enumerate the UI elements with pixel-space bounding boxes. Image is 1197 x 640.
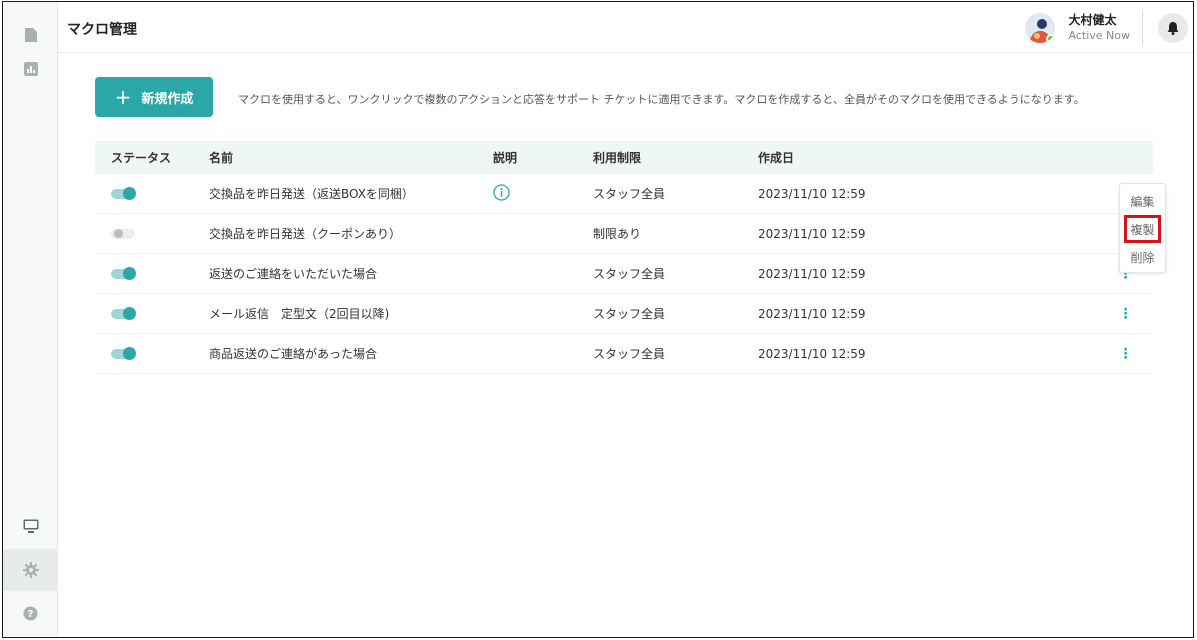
column-header-created: 作成日	[758, 151, 795, 165]
table-row[interactable]: 返送のご連絡をいただいた場合 スタッフ全員 2023/11/10 12:59 ⋮	[95, 254, 1153, 294]
new-macro-button-label: 新規作成	[141, 91, 194, 107]
macro-table: ステータス 名前 説明 利用制限 作成日 交換品を昨日発送（返送BOXを同梱）	[95, 141, 1153, 374]
row-menu-button[interactable]: ⋮	[1098, 346, 1153, 362]
column-header-limit: 利用制限	[593, 151, 642, 165]
row-context-menu: 編集 複製 削除	[1119, 183, 1166, 273]
online-status-dot	[1045, 33, 1055, 43]
status-toggle[interactable]	[111, 306, 136, 320]
macro-limit: スタッフ全員	[593, 347, 666, 361]
plus-icon: +	[114, 85, 132, 109]
table-header: ステータス 名前 説明 利用制限 作成日	[95, 141, 1153, 174]
macro-created: 2023/11/10 12:59	[758, 266, 866, 281]
sidebar-item-reports[interactable]	[3, 48, 58, 90]
user-status: Active Now	[1068, 28, 1130, 42]
macro-description-text: マクロを使用すると、ワンクリックで複数のアクションと応答をサポート チケットに適…	[238, 93, 1085, 106]
chart-icon	[23, 62, 38, 76]
macro-name[interactable]: 交換品を昨日発送（クーポンあり）	[209, 225, 493, 242]
macro-name[interactable]: 交換品を昨日発送（返送BOXを同梱）	[209, 185, 493, 202]
main-content: + 新規作成 マクロを使用すると、ワンクリックで複数のアクションと応答をサポート…	[58, 53, 1193, 637]
table-row[interactable]: 商品返送のご連絡があった場合 スタッフ全員 2023/11/10 12:59 ⋮	[95, 334, 1153, 374]
macro-limit: スタッフ全員	[593, 307, 666, 321]
macro-name[interactable]: メール返信 定型文（2回目以降)	[209, 305, 493, 322]
new-macro-button[interactable]: + 新規作成	[95, 77, 213, 117]
macro-limit: スタッフ全員	[593, 187, 666, 201]
avatar[interactable]	[1024, 12, 1055, 43]
sidebar-item-help[interactable]: ?	[3, 592, 58, 634]
page-title: マクロ管理	[67, 22, 137, 38]
macro-created: 2023/11/10 12:59	[758, 186, 866, 201]
macro-created: 2023/11/10 12:59	[758, 346, 866, 361]
header-divider	[1142, 9, 1143, 46]
status-toggle[interactable]	[111, 228, 135, 239]
user-info: 大村健太 Active Now	[1069, 13, 1130, 43]
column-header-name: 名前	[209, 151, 234, 165]
macro-limit: 制限あり	[593, 227, 642, 241]
user-area: 大村健太 Active Now	[1024, 2, 1193, 53]
table-row[interactable]: 交換品を昨日発送（クーポンあり） 制限あり 2023/11/10 12:59	[95, 214, 1153, 254]
column-header-status: ステータス	[111, 151, 172, 165]
document-icon	[24, 28, 37, 42]
status-toggle[interactable]	[111, 266, 136, 280]
menu-item-delete[interactable]: 削除	[1120, 243, 1165, 271]
user-name: 大村健太	[1068, 12, 1117, 27]
sidebar: ?	[3, 2, 58, 637]
menu-item-duplicate[interactable]: 複製	[1124, 215, 1161, 243]
column-header-description: 説明	[493, 151, 518, 165]
macro-limit: スタッフ全員	[593, 267, 666, 281]
status-toggle[interactable]	[111, 186, 136, 200]
bell-icon	[1167, 21, 1179, 35]
macro-created: 2023/11/10 12:59	[758, 226, 866, 241]
table-row[interactable]: 交換品を昨日発送（返送BOXを同梱） スタッフ全員 2023/11/10 12:…	[95, 174, 1153, 214]
app-frame: ? マクロ管理 大村健太 Active Now + 新規作成 マクロを使用すると…	[2, 1, 1194, 638]
help-icon: ?	[23, 606, 38, 620]
macro-name[interactable]: 商品返送のご連絡があった場合	[209, 345, 493, 362]
top-bar: マクロ管理 大村健太 Active Now	[58, 2, 1193, 53]
row-menu-button[interactable]: ⋮	[1098, 306, 1153, 322]
svg-text:?: ?	[28, 609, 34, 620]
table-row[interactable]: メール返信 定型文（2回目以降) スタッフ全員 2023/11/10 12:59…	[95, 294, 1153, 334]
sidebar-item-display[interactable]	[3, 505, 58, 547]
monitor-icon	[23, 519, 38, 533]
gear-icon	[22, 562, 39, 578]
notification-button[interactable]	[1158, 12, 1188, 43]
sidebar-item-settings[interactable]	[3, 549, 58, 591]
macro-name[interactable]: 返送のご連絡をいただいた場合	[209, 265, 493, 282]
info-icon[interactable]	[493, 183, 510, 201]
menu-item-edit[interactable]: 編集	[1120, 187, 1165, 215]
macro-created: 2023/11/10 12:59	[758, 306, 866, 321]
status-toggle[interactable]	[111, 346, 136, 360]
